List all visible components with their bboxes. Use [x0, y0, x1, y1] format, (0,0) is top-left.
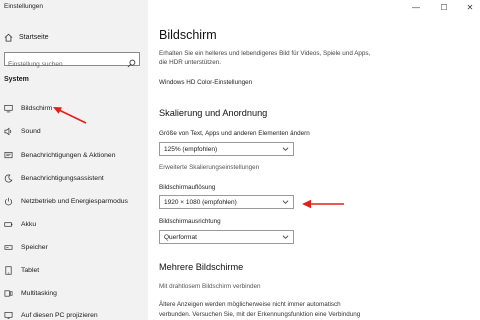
moon-icon [4, 174, 13, 183]
search-input[interactable] [5, 58, 123, 71]
sidebar-item-speicher[interactable]: Speicher [0, 240, 148, 254]
orientation-label: Bildschirmausrichtung [159, 218, 221, 225]
sidebar-item-akku[interactable]: Akku [0, 217, 148, 231]
sidebar-item-label: Benachrichtigungsassistent [21, 174, 104, 182]
multi-display-section-title: Mehrere Bildschirme [159, 262, 244, 272]
storage-icon [4, 243, 13, 252]
sidebar-item-projizieren[interactable]: Auf diesen PC projizieren [0, 308, 148, 320]
sidebar-item-label: Akku [21, 220, 37, 228]
tablet-icon [4, 265, 13, 275]
page-title: Bildschirm [159, 28, 217, 42]
orientation-dropdown[interactable]: Querformat [159, 230, 294, 244]
chevron-down-icon [282, 199, 289, 205]
project-icon [4, 311, 13, 320]
sidebar-item-label: Netzbetrieb und Energiesparmodus [21, 197, 128, 205]
sidebar-item-label: Multitasking [21, 289, 57, 297]
chevron-down-icon [282, 146, 289, 152]
scale-value: 125% (empfohlen) [164, 145, 218, 153]
scale-label: Größe von Text, Apps und anderen Element… [159, 130, 310, 137]
sidebar-item-label: Bildschirm [21, 104, 53, 112]
maximize-button[interactable]: ☐ [434, 2, 454, 14]
multitasking-icon [4, 289, 13, 298]
battery-icon [4, 220, 13, 229]
resolution-dropdown[interactable]: 1920 × 1080 (empfohlen) [159, 195, 294, 209]
speaker-icon [4, 127, 13, 136]
resolution-value: 1920 × 1080 (empfohlen) [164, 198, 237, 206]
annotation-arrow-resolution [302, 199, 344, 209]
resolution-label: Bildschirmauflösung [159, 184, 216, 191]
sidebar-item-benachrichtigungen[interactable]: Benachrichtigungen & Aktionen [0, 148, 148, 162]
search-icon[interactable] [127, 55, 136, 68]
close-button[interactable]: ✕ [460, 2, 480, 14]
hdr-description: Erhalten Sie ein helleres und lebendiger… [159, 50, 371, 66]
search-field[interactable] [4, 52, 140, 71]
orientation-value: Querformat [164, 233, 197, 241]
sidebar-item-tablet[interactable]: Tablet [0, 263, 148, 277]
power-icon [4, 197, 13, 206]
title-bar: Einstellungen — ☐ ✕ [0, 0, 480, 16]
sidebar-item-sound[interactable]: Sound [0, 124, 148, 138]
minimize-button[interactable]: — [406, 2, 426, 14]
sidebar-item-label: Tablet [21, 266, 40, 274]
monitor-icon [4, 104, 13, 113]
section-title: System [4, 76, 29, 83]
wireless-display-link[interactable]: Mit drahtlosem Bildschirm verbinden [159, 283, 261, 290]
home-link[interactable]: Startseite [4, 33, 49, 42]
hd-color-link[interactable]: Windows HD Color-Einstellungen [159, 79, 252, 86]
older-displays-text: Ältere Anzeigen werden möglicherweise ni… [159, 300, 389, 319]
sidebar-item-label: Benachrichtigungen & Aktionen [21, 151, 116, 159]
main-content [148, 0, 480, 320]
sidebar-item-netzbetrieb[interactable]: Netzbetrieb und Energiesparmodus [0, 194, 148, 208]
sidebar-item-multitasking[interactable]: Multitasking [0, 286, 148, 300]
scale-dropdown[interactable]: 125% (empfohlen) [159, 142, 294, 156]
sidebar-item-label: Sound [21, 127, 41, 135]
older-displays-line: Ältere Anzeigen werden möglicherweise ni… [159, 301, 341, 308]
scale-section-title: Skalierung und Anordnung [159, 108, 268, 118]
window-title: Einstellungen [4, 3, 44, 10]
advanced-scaling-link[interactable]: Erweiterte Skalierungseinstellungen [159, 164, 259, 171]
notification-icon [4, 151, 13, 160]
home-label: Startseite [19, 34, 49, 41]
annotation-arrow-sidebar [53, 107, 87, 124]
chevron-down-icon [282, 234, 289, 240]
home-icon [4, 33, 13, 42]
sidebar-item-label: Auf diesen PC projizieren [21, 311, 98, 319]
older-displays-line: verbunden. Versuchen Sie, mit der Erkenn… [159, 310, 361, 318]
sidebar-item-assistent[interactable]: Benachrichtigungsassistent [0, 171, 148, 185]
sidebar-item-label: Speicher [21, 243, 48, 251]
